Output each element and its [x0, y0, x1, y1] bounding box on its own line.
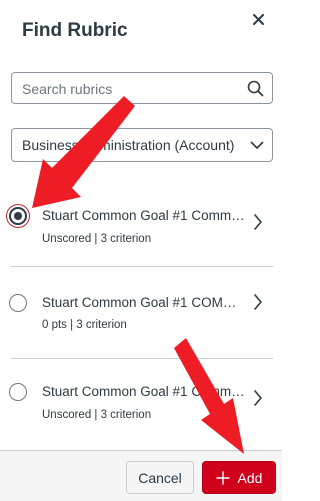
rubric-radio[interactable] — [9, 383, 27, 401]
tray-footer: Cancel Add — [0, 450, 282, 501]
rubric-list-item[interactable]: Stuart Common Goal #1 Communication Unsc… — [0, 358, 282, 454]
rubric-meta: Unscored | 3 criterion — [42, 409, 152, 421]
rubric-list-item[interactable]: Stuart Common Goal #1 Communication Unsc… — [0, 172, 282, 268]
search-input[interactable] — [22, 79, 242, 99]
rubric-name: Stuart Common Goal #1 Communication — [42, 208, 247, 223]
rubric-meta: 0 pts | 3 criterion — [42, 319, 127, 331]
add-button-label: Add — [237, 469, 263, 486]
rubric-radio[interactable] — [9, 294, 27, 312]
find-rubric-tray: Find Rubric Business Administration (Acc… — [0, 0, 282, 501]
rubric-name: Stuart Common Goal #1 Communication — [42, 384, 247, 399]
rubric-radio[interactable] — [9, 207, 27, 225]
plus-icon — [215, 470, 230, 485]
chevron-down-icon — [250, 141, 264, 149]
chevron-right-icon[interactable] — [253, 213, 263, 231]
cancel-button[interactable]: Cancel — [126, 461, 194, 494]
account-select-value: Business Administration (Account) — [22, 137, 235, 153]
add-button[interactable]: Add — [202, 461, 276, 494]
rubric-list-item[interactable]: Stuart Common Goal #1 COMMUNICATION 0 pt… — [0, 262, 282, 358]
search-icon[interactable] — [247, 80, 264, 97]
chevron-right-icon[interactable] — [253, 389, 263, 407]
tray-title: Find Rubric — [22, 20, 128, 41]
account-select[interactable]: Business Administration (Account) — [11, 128, 273, 162]
close-button[interactable] — [248, 8, 270, 30]
close-icon — [253, 14, 264, 25]
rubric-meta: Unscored | 3 criterion — [42, 233, 152, 245]
chevron-right-icon[interactable] — [253, 293, 263, 311]
rubric-name: Stuart Common Goal #1 COMMUNICATION — [42, 295, 247, 310]
search-field[interactable] — [11, 72, 273, 104]
